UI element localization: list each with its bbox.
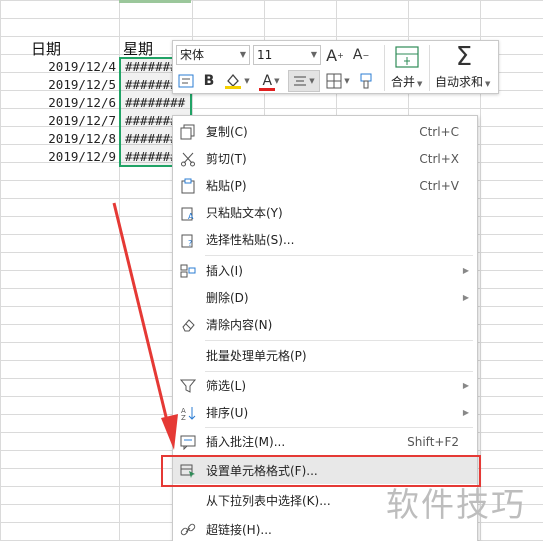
watermark: 软件技巧 (386, 485, 526, 524)
annotation-arrow-icon (112, 202, 178, 450)
